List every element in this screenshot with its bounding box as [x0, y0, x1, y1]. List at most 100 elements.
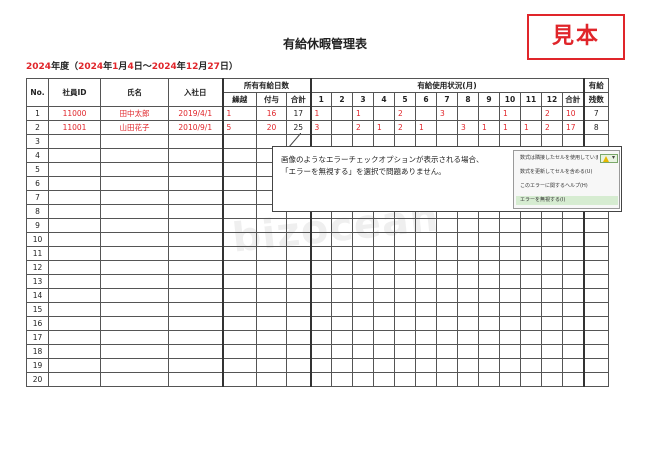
cell-employee-id[interactable]	[48, 204, 101, 219]
cell-no[interactable]: 11	[26, 246, 49, 261]
cell-granted[interactable]	[256, 274, 287, 289]
cell-usage-total[interactable]	[562, 316, 584, 331]
cell-remaining[interactable]: 8	[582, 120, 609, 135]
cell-month[interactable]	[394, 260, 416, 275]
cell-name[interactable]	[100, 372, 169, 387]
cell-month[interactable]	[309, 372, 332, 387]
cell-usage-total[interactable]	[562, 372, 584, 387]
cell-usage-total[interactable]	[562, 330, 584, 345]
cell-month[interactable]	[309, 274, 332, 289]
cell-month[interactable]	[499, 260, 521, 275]
cell-month[interactable]	[415, 106, 437, 121]
cell-name[interactable]	[100, 260, 169, 275]
cell-month[interactable]	[520, 232, 542, 247]
cell-hire-date[interactable]	[168, 372, 223, 387]
cell-no[interactable]: 14	[26, 288, 49, 303]
cell-month[interactable]	[352, 372, 374, 387]
cell-granted[interactable]	[256, 330, 287, 345]
cell-month[interactable]: 1	[352, 106, 374, 121]
cell-month[interactable]	[331, 288, 353, 303]
cell-month[interactable]	[457, 106, 479, 121]
cell-month[interactable]	[309, 330, 332, 345]
cell-hire-date[interactable]	[168, 316, 223, 331]
cell-name[interactable]: 山田花子	[100, 120, 169, 135]
cell-month[interactable]	[331, 218, 353, 233]
cell-month[interactable]	[478, 232, 500, 247]
cell-name[interactable]	[100, 134, 169, 149]
cell-month[interactable]	[520, 106, 542, 121]
cell-month[interactable]	[436, 120, 458, 135]
cell-month[interactable]	[373, 218, 395, 233]
cell-total[interactable]	[286, 358, 311, 373]
cell-no[interactable]: 15	[26, 302, 49, 317]
cell-month[interactable]	[457, 372, 479, 387]
cell-carryover[interactable]: 5	[221, 120, 257, 135]
error-options-button[interactable]: ▾	[600, 154, 618, 163]
cell-month[interactable]	[436, 288, 458, 303]
cell-name[interactable]	[100, 274, 169, 289]
cell-month[interactable]	[373, 260, 395, 275]
cell-usage-total[interactable]	[562, 260, 584, 275]
cell-name[interactable]	[100, 246, 169, 261]
cell-month[interactable]	[520, 316, 542, 331]
cell-hire-date[interactable]	[168, 190, 223, 205]
cell-month[interactable]	[331, 246, 353, 261]
cell-month[interactable]	[331, 120, 353, 135]
cell-month[interactable]	[373, 106, 395, 121]
cell-month[interactable]	[457, 232, 479, 247]
cell-month[interactable]	[457, 302, 479, 317]
cell-granted[interactable]	[256, 288, 287, 303]
cell-month[interactable]	[436, 232, 458, 247]
cell-no[interactable]: 3	[26, 134, 49, 149]
cell-month[interactable]	[352, 260, 374, 275]
cell-carryover[interactable]	[221, 218, 257, 233]
cell-usage-total[interactable]	[562, 288, 584, 303]
cell-month[interactable]	[373, 316, 395, 331]
cell-granted[interactable]	[256, 232, 287, 247]
cell-month[interactable]	[436, 344, 458, 359]
cell-carryover[interactable]	[221, 176, 257, 191]
cell-month[interactable]	[352, 358, 374, 373]
cell-month[interactable]	[309, 316, 332, 331]
cell-month[interactable]	[457, 344, 479, 359]
cell-month[interactable]	[415, 274, 437, 289]
cell-month[interactable]	[457, 330, 479, 345]
cell-employee-id[interactable]	[48, 148, 101, 163]
cell-month[interactable]	[457, 288, 479, 303]
cell-remaining[interactable]	[582, 274, 609, 289]
cell-month[interactable]	[331, 358, 353, 373]
cell-month[interactable]	[309, 232, 332, 247]
cell-month[interactable]	[541, 302, 563, 317]
cell-employee-id[interactable]	[48, 330, 101, 345]
menu-item-update-formula[interactable]: 数式を更新してセルを含める(U)	[520, 168, 598, 177]
cell-month[interactable]: 1	[309, 106, 332, 121]
cell-month[interactable]	[541, 330, 563, 345]
cell-total[interactable]	[286, 232, 311, 247]
cell-month[interactable]	[331, 274, 353, 289]
cell-carryover[interactable]	[221, 274, 257, 289]
cell-month[interactable]	[520, 274, 542, 289]
cell-month[interactable]	[373, 358, 395, 373]
cell-carryover[interactable]	[221, 190, 257, 205]
cell-carryover[interactable]	[221, 204, 257, 219]
cell-carryover[interactable]	[221, 232, 257, 247]
cell-carryover[interactable]	[221, 246, 257, 261]
cell-employee-id[interactable]	[48, 260, 101, 275]
cell-carryover[interactable]	[221, 344, 257, 359]
cell-hire-date[interactable]	[168, 330, 223, 345]
cell-month[interactable]	[352, 218, 374, 233]
cell-employee-id[interactable]	[48, 190, 101, 205]
cell-month[interactable]	[436, 316, 458, 331]
cell-month[interactable]	[352, 246, 374, 261]
cell-no[interactable]: 9	[26, 218, 49, 233]
cell-month[interactable]	[415, 344, 437, 359]
menu-item-inconsistent-formula[interactable]: 数式は隣接したセルを使用していません	[520, 154, 598, 163]
cell-month[interactable]	[520, 344, 542, 359]
cell-month[interactable]	[478, 288, 500, 303]
cell-name[interactable]	[100, 162, 169, 177]
cell-employee-id[interactable]	[48, 218, 101, 233]
cell-employee-id[interactable]	[48, 316, 101, 331]
cell-month[interactable]: 2	[394, 120, 416, 135]
menu-item-error-help[interactable]: このエラーに関するヘルプ(H)	[520, 182, 598, 191]
cell-usage-total[interactable]	[562, 246, 584, 261]
